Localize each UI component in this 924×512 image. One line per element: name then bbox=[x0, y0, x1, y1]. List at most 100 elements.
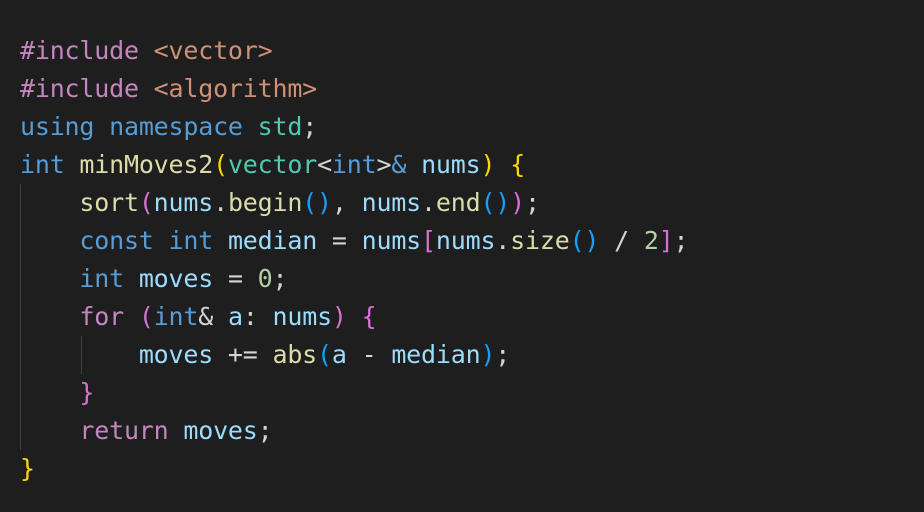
code-line: int minMoves2(vector<int>& nums) { bbox=[20, 146, 924, 184]
code-token: return bbox=[79, 416, 169, 445]
code-line: } bbox=[20, 450, 924, 488]
code-token: vector bbox=[227, 150, 318, 179]
code-token: < bbox=[317, 150, 332, 179]
code-token: nums bbox=[435, 226, 496, 255]
code-token: #include bbox=[20, 74, 139, 103]
code-token: moves bbox=[183, 416, 258, 445]
code-editor[interactable]: #include <vector> #include <algorithm> usi… bbox=[0, 0, 924, 512]
code-token: ] bbox=[658, 226, 674, 255]
code-token: moves bbox=[138, 340, 214, 369]
code-token: ( bbox=[317, 340, 332, 369]
code-token: ( bbox=[213, 150, 228, 179]
code-line: #include <algorithm> bbox=[20, 70, 924, 108]
code-token: a bbox=[227, 302, 243, 331]
code-token: moves bbox=[138, 264, 214, 293]
code-line: sort(nums.begin(), nums.end()); bbox=[20, 184, 924, 222]
code-token: ; bbox=[495, 340, 511, 369]
code-token: namespace bbox=[109, 112, 243, 141]
code-token: nums bbox=[361, 188, 422, 217]
code-token: - bbox=[346, 340, 392, 369]
code-token: [ bbox=[421, 226, 436, 255]
code-token: for bbox=[79, 302, 124, 331]
code-token: = bbox=[317, 226, 362, 255]
code-lines[interactable]: #include <vector> #include <algorithm> usi… bbox=[20, 32, 924, 488]
code-token: ; bbox=[272, 264, 288, 293]
code-token: . bbox=[213, 188, 228, 217]
code-token: size bbox=[510, 226, 570, 255]
code-line: const int median = nums[nums.size() / 2]… bbox=[20, 222, 924, 260]
code-token: ( bbox=[138, 188, 154, 217]
code-token: nums bbox=[421, 150, 481, 179]
code-token: nums bbox=[153, 188, 214, 217]
code-token: end bbox=[435, 188, 481, 217]
code-token: int bbox=[331, 150, 377, 179]
code-token: & bbox=[391, 150, 407, 179]
code-token: . bbox=[495, 226, 511, 255]
code-token: / bbox=[599, 226, 644, 255]
code-token: { bbox=[361, 302, 377, 331]
code-token: nums bbox=[361, 226, 422, 255]
code-token: <vector> bbox=[153, 36, 273, 65]
code-token: abs bbox=[272, 340, 318, 369]
code-token: const bbox=[79, 226, 154, 255]
code-token: sort bbox=[79, 188, 139, 217]
code-token: , bbox=[331, 188, 362, 217]
code-token: int bbox=[153, 302, 199, 331]
code-token: & bbox=[198, 302, 228, 331]
code-token: ) bbox=[510, 188, 525, 217]
code-line: int moves = 0; bbox=[20, 260, 924, 298]
code-token: int bbox=[168, 226, 214, 255]
code-token: ; bbox=[302, 112, 318, 141]
code-token: += bbox=[213, 340, 273, 369]
code-token: 2 bbox=[643, 226, 659, 255]
code-token: = bbox=[213, 264, 258, 293]
code-token: int bbox=[79, 264, 124, 293]
code-line: #include <vector> bbox=[20, 32, 924, 70]
code-token: a bbox=[331, 340, 347, 369]
code-token: > bbox=[376, 150, 392, 179]
code-token: begin bbox=[227, 188, 303, 217]
code-line: using namespace std; bbox=[20, 108, 924, 146]
code-token: : bbox=[242, 302, 273, 331]
code-token: . bbox=[421, 188, 436, 217]
code-token: ) bbox=[480, 340, 496, 369]
code-token: ; bbox=[257, 416, 273, 445]
code-token: minMoves2 bbox=[79, 150, 214, 179]
code-token: nums bbox=[272, 302, 333, 331]
indent-guide-for-body bbox=[81, 336, 82, 374]
code-token: median bbox=[227, 226, 318, 255]
code-token: int bbox=[20, 150, 65, 179]
indent-guide-function-body bbox=[20, 184, 21, 450]
code-line: moves += abs(a - median); bbox=[20, 336, 924, 374]
code-token: } bbox=[79, 378, 95, 407]
code-token: std bbox=[257, 112, 303, 141]
code-token: using bbox=[20, 112, 95, 141]
code-line: } bbox=[20, 374, 924, 412]
code-token: () bbox=[302, 188, 332, 217]
code-token: ; bbox=[525, 188, 540, 217]
code-token: () bbox=[569, 226, 600, 255]
code-line: return moves; bbox=[20, 412, 924, 450]
code-token: } bbox=[20, 454, 35, 483]
code-token: ( bbox=[138, 302, 154, 331]
code-line: for (int& a: nums) { bbox=[20, 298, 924, 336]
